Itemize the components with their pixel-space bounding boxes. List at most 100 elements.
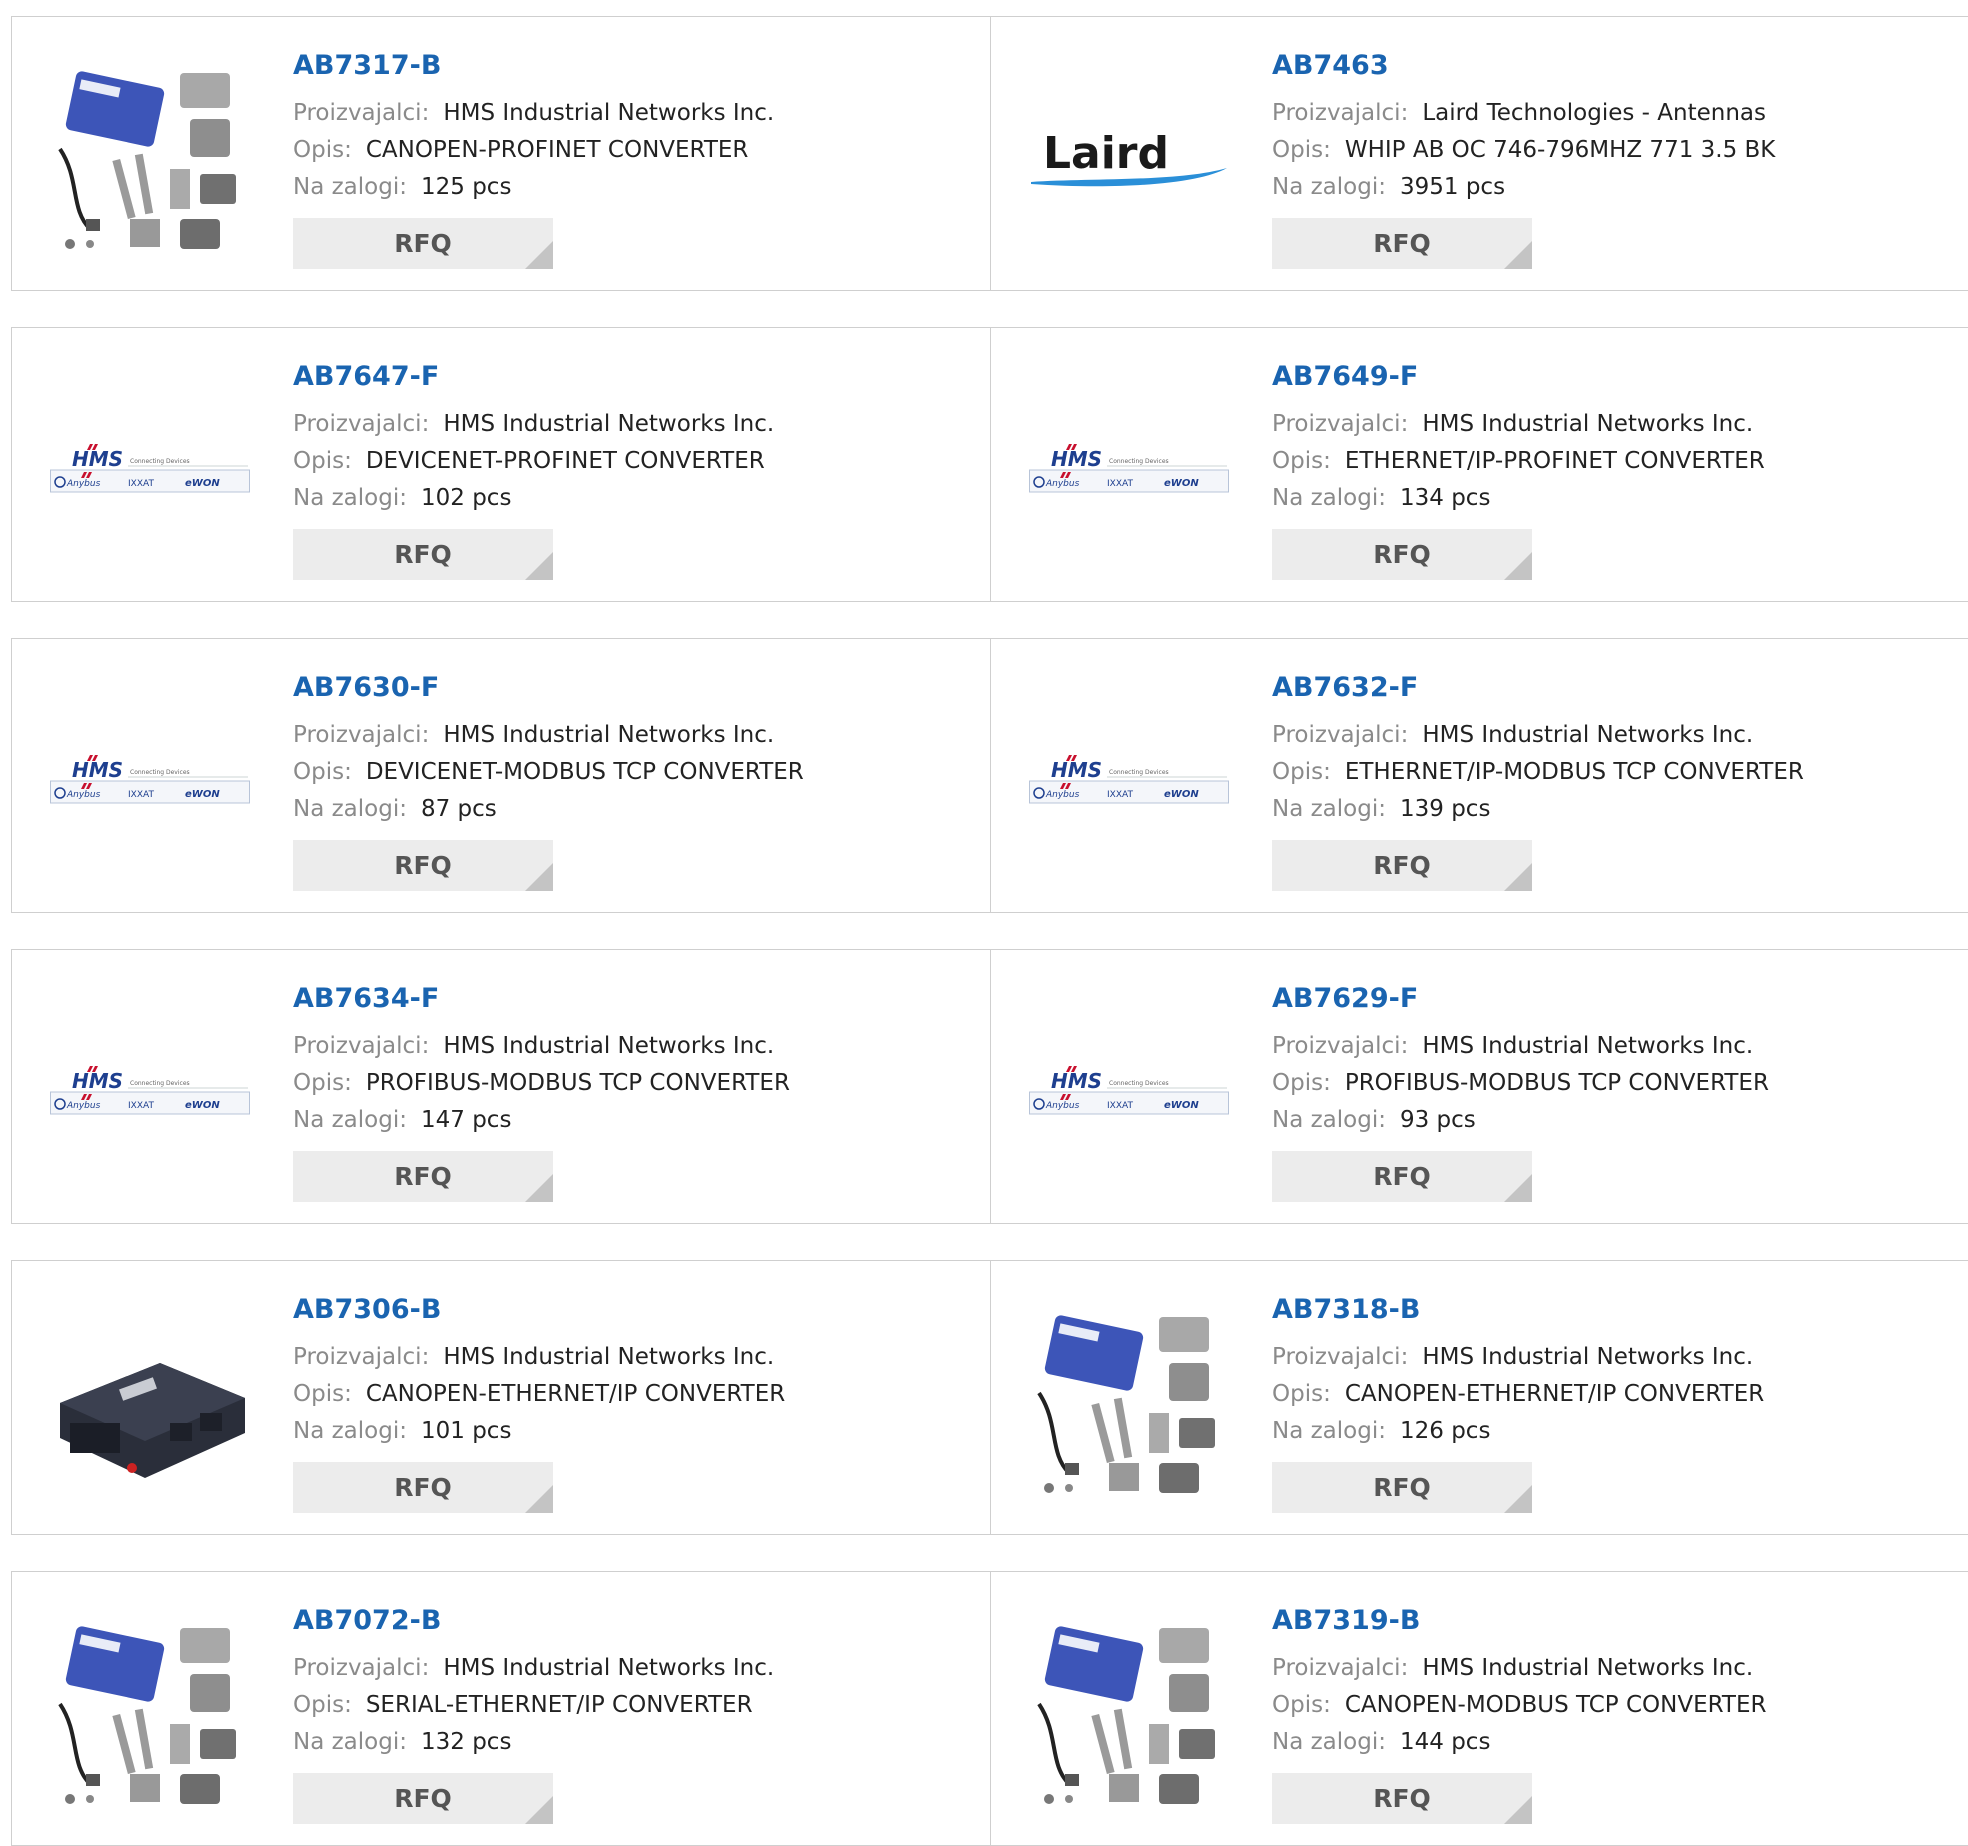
- manufacturer-line: Proizvajalci: HMS Industrial Networks Inc…: [293, 95, 970, 132]
- rfq-label: RFQ: [1373, 1784, 1431, 1813]
- svg-text:HMS: HMS: [1051, 758, 1102, 782]
- description-label: Opis:: [293, 1070, 352, 1096]
- part-number-link[interactable]: AB7318-B: [1272, 1293, 1948, 1327]
- svg-text:Laird: Laird: [1043, 128, 1169, 179]
- stock-line: Na zalogi: 93 pcs: [1272, 1102, 1948, 1139]
- stock-label: Na zalogi:: [1272, 174, 1386, 200]
- product-image[interactable]: [1029, 1303, 1229, 1503]
- stock-label: Na zalogi:: [1272, 796, 1386, 822]
- product-image[interactable]: HMS Connecting Devices Anybus IXXAT eWON: [50, 681, 250, 881]
- rfq-button[interactable]: RFQ: [1272, 218, 1532, 269]
- rfq-button[interactable]: RFQ: [293, 218, 553, 269]
- corner-triangle-icon: [1504, 863, 1532, 891]
- product-image[interactable]: [50, 59, 250, 259]
- product-image[interactable]: Laird: [1029, 59, 1229, 259]
- product-image[interactable]: HMS Connecting Devices Anybus IXXAT eWON: [1029, 681, 1229, 881]
- rfq-button[interactable]: RFQ: [1272, 529, 1532, 580]
- description-value: DEVICENET-PROFINET CONVERTER: [365, 448, 765, 474]
- product-device-photo-icon: [60, 1363, 245, 1478]
- stock-line: Na zalogi: 102 pcs: [293, 480, 970, 517]
- rfq-button[interactable]: RFQ: [293, 1151, 553, 1202]
- description-label: Opis:: [293, 137, 352, 163]
- stock-line: Na zalogi: 101 pcs: [293, 1413, 970, 1450]
- rfq-label: RFQ: [1373, 1473, 1431, 1502]
- product-row: HMS Connecting Devices Anybus IXXAT eWON…: [11, 327, 1968, 602]
- product-image[interactable]: HMS Connecting Devices Anybus IXXAT eWON: [1029, 992, 1229, 1192]
- svg-text:eWON: eWON: [1164, 478, 1199, 489]
- product-image[interactable]: HMS Connecting Devices Anybus IXXAT eWON: [1029, 370, 1229, 570]
- svg-text:HMS: HMS: [72, 447, 123, 471]
- product-info: AB7630-F Proizvajalci: HMS Industrial Net…: [293, 671, 970, 828]
- part-number-link[interactable]: AB7630-F: [293, 671, 970, 705]
- product-image[interactable]: [1029, 1614, 1229, 1814]
- stock-value: 126 pcs: [1399, 1418, 1491, 1444]
- part-number-link[interactable]: AB7649-F: [1272, 360, 1948, 394]
- stock-line: Na zalogi: 139 pcs: [1272, 791, 1948, 828]
- part-number-link[interactable]: AB7632-F: [1272, 671, 1948, 705]
- part-number-link[interactable]: AB7317-B: [293, 49, 970, 83]
- rfq-label: RFQ: [394, 1162, 452, 1191]
- product-info: AB7632-F Proizvajalci: HMS Industrial Net…: [1272, 671, 1948, 828]
- product-image[interactable]: [50, 1614, 250, 1814]
- manufacturer-label: Proizvajalci:: [1272, 1344, 1409, 1370]
- manufacturer-value: HMS Industrial Networks Inc.: [443, 1344, 775, 1370]
- svg-text:Connecting Devices: Connecting Devices: [130, 1080, 190, 1087]
- rfq-button[interactable]: RFQ: [1272, 1462, 1532, 1513]
- stock-value: 125 pcs: [420, 174, 512, 200]
- stock-label: Na zalogi:: [293, 1418, 407, 1444]
- product-card: AB7072-B Proizvajalci: HMS Industrial Net…: [11, 1571, 991, 1846]
- rfq-button[interactable]: RFQ: [1272, 1773, 1532, 1824]
- manufacturer-label: Proizvajalci:: [293, 1033, 430, 1059]
- description-line: Opis: CANOPEN-ETHERNET/IP CONVERTER: [293, 1376, 970, 1413]
- part-number-link[interactable]: AB7319-B: [1272, 1604, 1948, 1638]
- svg-text:Connecting Devices: Connecting Devices: [130, 458, 190, 465]
- description-value: ETHERNET/IP-MODBUS TCP CONVERTER: [1344, 759, 1804, 785]
- description-value: SERIAL-ETHERNET/IP CONVERTER: [365, 1692, 753, 1718]
- corner-triangle-icon: [1504, 552, 1532, 580]
- manufacturer-label: Proizvajalci:: [293, 1655, 430, 1681]
- rfq-button[interactable]: RFQ: [293, 1462, 553, 1513]
- manufacturer-label: Proizvajalci:: [1272, 1655, 1409, 1681]
- product-card: AB7317-B Proizvajalci: HMS Industrial Net…: [11, 16, 991, 291]
- description-value: CANOPEN-PROFINET CONVERTER: [365, 137, 749, 163]
- rfq-label: RFQ: [394, 229, 452, 258]
- manufacturer-line: Proizvajalci: HMS Industrial Networks Inc…: [1272, 1650, 1948, 1687]
- description-value: PROFIBUS-MODBUS TCP CONVERTER: [1344, 1070, 1769, 1096]
- part-number-link[interactable]: AB7634-F: [293, 982, 970, 1016]
- part-number-link[interactable]: AB7306-B: [293, 1293, 970, 1327]
- rfq-button[interactable]: RFQ: [293, 840, 553, 891]
- stock-label: Na zalogi:: [293, 1729, 407, 1755]
- rfq-button[interactable]: RFQ: [293, 1773, 553, 1824]
- rfq-button[interactable]: RFQ: [1272, 840, 1532, 891]
- manufacturer-line: Proizvajalci: HMS Industrial Networks Inc…: [293, 1339, 970, 1376]
- description-label: Opis:: [293, 1381, 352, 1407]
- part-number-link[interactable]: AB7463: [1272, 49, 1948, 83]
- manufacturer-line: Proizvajalci: HMS Industrial Networks Inc…: [1272, 406, 1948, 443]
- manufacturer-value: HMS Industrial Networks Inc.: [1422, 1344, 1754, 1370]
- manufacturer-value: HMS Industrial Networks Inc.: [1422, 411, 1754, 437]
- svg-text:Anybus: Anybus: [1045, 479, 1080, 489]
- corner-triangle-icon: [1504, 1174, 1532, 1202]
- product-image[interactable]: [50, 1303, 250, 1503]
- description-label: Opis:: [1272, 137, 1331, 163]
- product-image[interactable]: HMS Connecting Devices Anybus IXXAT eWON: [50, 370, 250, 570]
- product-kit-photo-icon: [1037, 1315, 1215, 1493]
- svg-text:eWON: eWON: [185, 478, 220, 489]
- rfq-label: RFQ: [394, 540, 452, 569]
- manufacturer-line: Proizvajalci: HMS Industrial Networks Inc…: [1272, 1339, 1948, 1376]
- part-number-link[interactable]: AB7629-F: [1272, 982, 1948, 1016]
- product-card: HMS Connecting Devices Anybus IXXAT eWON…: [11, 949, 991, 1224]
- product-image[interactable]: HMS Connecting Devices Anybus IXXAT eWON: [50, 992, 250, 1192]
- manufacturer-label: Proizvajalci:: [1272, 1033, 1409, 1059]
- hms-logo-icon: HMS Connecting Devices Anybus IXXAT eWON: [50, 444, 250, 493]
- manufacturer-label: Proizvajalci:: [293, 100, 430, 126]
- manufacturer-label: Proizvajalci:: [1272, 722, 1409, 748]
- svg-text:Anybus: Anybus: [66, 1101, 101, 1111]
- part-number-link[interactable]: AB7647-F: [293, 360, 970, 394]
- part-number-link[interactable]: AB7072-B: [293, 1604, 970, 1638]
- rfq-button[interactable]: RFQ: [293, 529, 553, 580]
- product-row: AB7072-B Proizvajalci: HMS Industrial Net…: [11, 1571, 1968, 1846]
- rfq-button[interactable]: RFQ: [1272, 1151, 1532, 1202]
- description-label: Opis:: [293, 759, 352, 785]
- product-card: AB7306-B Proizvajalci: HMS Industrial Net…: [11, 1260, 991, 1535]
